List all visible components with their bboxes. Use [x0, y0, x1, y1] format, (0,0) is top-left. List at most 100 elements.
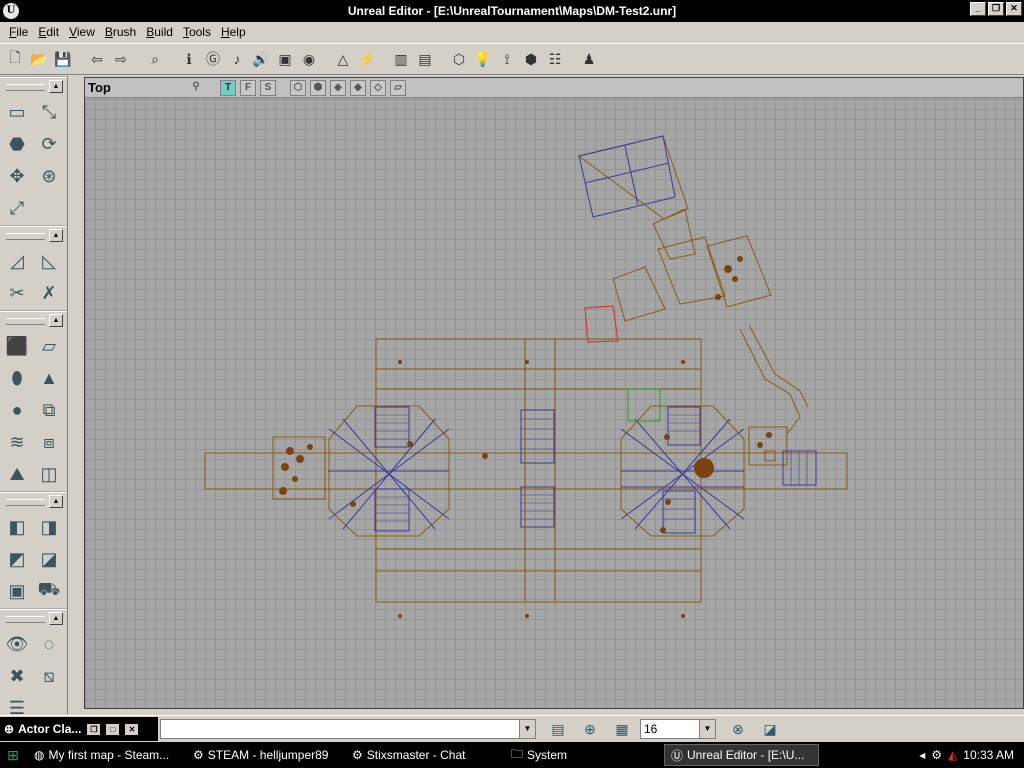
- menu-help[interactable]: Help: [216, 25, 251, 39]
- taskbar-item-unreal[interactable]: Ⓤ Unreal Editor - [E:\U...: [664, 744, 819, 766]
- menu-file[interactable]: File: [4, 25, 33, 39]
- undo-icon[interactable]: ⇦: [86, 48, 108, 70]
- textured-mode-icon[interactable]: ◈: [330, 79, 346, 96]
- build-all-icon[interactable]: ▤: [414, 48, 436, 70]
- save-map-icon[interactable]: 💾: [52, 48, 74, 70]
- mesh-viewer-icon[interactable]: ◉: [298, 48, 320, 70]
- new-map-icon[interactable]: 🗋: [4, 48, 26, 70]
- view-side-button[interactable]: S: [260, 79, 276, 96]
- cylinder-builder-icon[interactable]: ⬮: [2, 363, 32, 393]
- deintersect-brush-icon[interactable]: ◪: [34, 544, 64, 574]
- collapse-csg-icon[interactable]: ▲: [49, 495, 63, 508]
- split-icon[interactable]: ✂: [2, 278, 32, 308]
- menu-edit[interactable]: Edit: [33, 25, 64, 39]
- spiral-stairs-icon[interactable]: ⧈: [34, 427, 64, 457]
- delete-clip-icon[interactable]: ✗: [34, 278, 64, 308]
- music-browser-icon[interactable]: ♪: [226, 48, 248, 70]
- log-window-icon[interactable]: ▤: [548, 719, 568, 739]
- build-paths-icon[interactable]: ▥: [390, 48, 412, 70]
- terrain-builder-icon[interactable]: ⛰: [2, 459, 32, 489]
- snap-vertex-icon[interactable]: ⊕: [580, 719, 600, 739]
- actor-class-maximize-icon[interactable]: □: [106, 723, 120, 735]
- clip-flip-icon[interactable]: ◺: [34, 246, 64, 276]
- collapse-camera-tools-icon[interactable]: ▲: [49, 80, 63, 93]
- command-input[interactable]: ▼: [160, 719, 536, 739]
- tray-arrow-icon[interactable]: ◂: [919, 748, 925, 762]
- grid-size-chevron-icon[interactable]: ▼: [699, 720, 715, 738]
- camera-move-icon[interactable]: ▭: [2, 97, 32, 127]
- redo-icon[interactable]: ⇨: [110, 48, 132, 70]
- maximize-viewport-icon[interactable]: ◪: [760, 719, 780, 739]
- map-grid[interactable]: [85, 99, 1023, 708]
- sheet-builder-icon[interactable]: ▱: [34, 331, 64, 361]
- taskbar-item-firefox[interactable]: ◍ My first map - Steam...: [28, 744, 183, 766]
- view-front-button[interactable]: F: [240, 79, 256, 96]
- add-mover-icon[interactable]: ▣: [2, 576, 32, 606]
- options-icon[interactable]: ☷: [544, 48, 566, 70]
- taskbar-item-steam[interactable]: ⚙ STEAM - helljumper89: [187, 744, 342, 766]
- grid-toggle-icon[interactable]: ▦: [612, 719, 632, 739]
- actor-properties-icon[interactable]: ℹ: [178, 48, 200, 70]
- intersect-brush-icon[interactable]: ◩: [2, 544, 32, 574]
- menu-brush[interactable]: Brush: [100, 25, 141, 39]
- menu-build[interactable]: Build: [141, 25, 178, 39]
- stairs-builder-icon[interactable]: ⧉: [34, 395, 64, 425]
- sound-browser-icon[interactable]: 🔊: [250, 48, 272, 70]
- hide-selected-icon[interactable]: ◌: [34, 629, 64, 659]
- lit-mode-icon[interactable]: ◆: [350, 79, 366, 96]
- brush-clip-icon[interactable]: ⬣: [2, 129, 32, 159]
- build-lighting-icon[interactable]: ⚡: [356, 48, 378, 70]
- wireframe-mode-icon[interactable]: ⬡: [290, 79, 306, 96]
- actor-class-restore-icon[interactable]: ❐: [87, 723, 101, 735]
- play-level-icon[interactable]: ♟: [578, 48, 600, 70]
- collapse-clip-tools-icon[interactable]: ▲: [49, 229, 63, 242]
- bsp-icon[interactable]: ⬢: [520, 48, 542, 70]
- move-icon[interactable]: ✥: [2, 161, 32, 191]
- select-none-icon[interactable]: ✖: [2, 661, 32, 691]
- cube-builder-icon[interactable]: ⬛: [2, 331, 32, 361]
- add-special-icon[interactable]: ⛟: [34, 576, 64, 606]
- steam-tray-icon[interactable]: ⚙: [931, 748, 942, 762]
- curved-stairs-icon[interactable]: ≋: [2, 427, 32, 457]
- collapse-visibility-icon[interactable]: ▲: [49, 612, 63, 625]
- vertex-edit-icon[interactable]: ⤡: [34, 97, 64, 127]
- cone-builder-icon[interactable]: ▲: [34, 363, 64, 393]
- sphere-builder-icon[interactable]: ●: [2, 395, 32, 425]
- top-viewport[interactable]: Top ⚲ T F S ⬡ ⬢ ◈ ◆ ◇ ▱: [84, 77, 1024, 709]
- add-brush-icon[interactable]: ◧: [2, 512, 32, 542]
- rotation-grid-icon[interactable]: ⊗: [728, 719, 748, 739]
- menu-tools[interactable]: Tools: [178, 25, 216, 39]
- start-button[interactable]: ⊞: [2, 744, 24, 766]
- select-all-icon[interactable]: ⧅: [34, 661, 64, 691]
- clip-icon[interactable]: ◿: [2, 246, 32, 276]
- surface-mode-icon[interactable]: ▱: [390, 79, 406, 96]
- search-actors-icon[interactable]: ⌕: [144, 48, 166, 70]
- brush-icon[interactable]: ⬡: [448, 48, 470, 70]
- maximize-button[interactable]: ❐: [988, 2, 1004, 16]
- minimize-button[interactable]: _: [970, 2, 986, 16]
- build-geometry-icon[interactable]: △: [332, 48, 354, 70]
- chevron-down-icon[interactable]: ▼: [519, 720, 535, 738]
- subtract-brush-icon[interactable]: ◨: [34, 512, 64, 542]
- zone-mode-icon[interactable]: ⬢: [310, 79, 326, 96]
- taskbar-item-system[interactable]: 🗀 System: [505, 744, 660, 766]
- paths-icon[interactable]: ⟟: [496, 48, 518, 70]
- viewport-joystick-icon[interactable]: ⚲: [188, 80, 204, 96]
- open-map-icon[interactable]: 📂: [28, 48, 50, 70]
- menu-view[interactable]: View: [64, 25, 100, 39]
- antivirus-tray-icon[interactable]: ◭: [948, 748, 957, 762]
- grid-size-select[interactable]: 16 ▼: [640, 719, 716, 739]
- rotate-icon[interactable]: ⟳: [34, 129, 64, 159]
- actor-class-close-icon[interactable]: ✕: [125, 723, 139, 735]
- polys-mode-icon[interactable]: ◇: [370, 79, 386, 96]
- light-icon[interactable]: 💡: [472, 48, 494, 70]
- group-browser-icon[interactable]: Ⓖ: [202, 48, 224, 70]
- texture-pan-icon[interactable]: ⊛: [34, 161, 64, 191]
- close-button[interactable]: ✕: [1006, 2, 1022, 16]
- texture-browser-icon[interactable]: ▣: [274, 48, 296, 70]
- actor-class-panel[interactable]: ⊕ Actor Cla... ❐ □ ✕: [0, 717, 158, 741]
- show-selected-icon[interactable]: 👁: [2, 629, 32, 659]
- taskbar-item-chat[interactable]: ⚙ Stixsmaster - Chat: [346, 744, 501, 766]
- scale-icon[interactable]: ⤢: [2, 193, 32, 223]
- view-top-button[interactable]: T: [220, 79, 236, 96]
